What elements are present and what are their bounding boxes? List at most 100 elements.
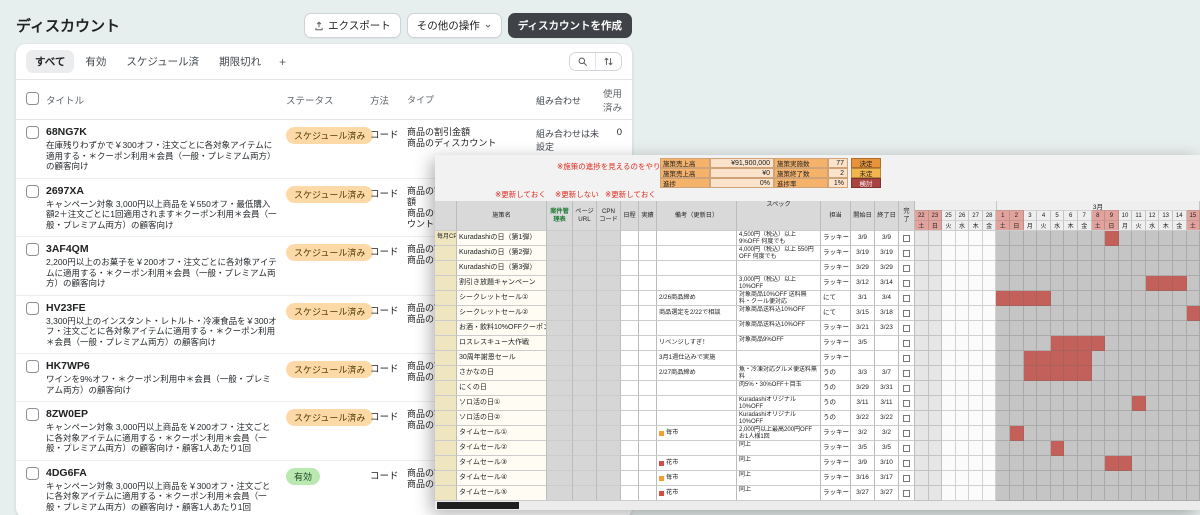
- schedule-cell[interactable]: [621, 471, 639, 486]
- campaign-name-cell[interactable]: シークレットセール②: [457, 306, 547, 321]
- gantt-cell[interactable]: [942, 456, 956, 471]
- gantt-cell[interactable]: [1132, 366, 1146, 381]
- gantt-cell[interactable]: [915, 276, 929, 291]
- gantt-cell[interactable]: [1159, 486, 1173, 501]
- result-cell[interactable]: [639, 261, 657, 276]
- gantt-cell[interactable]: [1187, 231, 1200, 246]
- gantt-cell[interactable]: [996, 411, 1010, 426]
- gantt-cell[interactable]: [915, 396, 929, 411]
- gantt-cell[interactable]: [1078, 456, 1092, 471]
- gantt-cell[interactable]: [1119, 411, 1133, 426]
- gantt-cell[interactable]: [1173, 381, 1187, 396]
- gantt-cell[interactable]: [1024, 486, 1038, 501]
- end-date-cell[interactable]: 3/19: [875, 246, 899, 261]
- gantt-cell[interactable]: [1132, 246, 1146, 261]
- cpn-code-cell[interactable]: [597, 426, 621, 441]
- row-checkbox[interactable]: [26, 243, 39, 256]
- gantt-cell[interactable]: [969, 306, 983, 321]
- gantt-cell[interactable]: [1024, 306, 1038, 321]
- gantt-cell[interactable]: [969, 261, 983, 276]
- gantt-cell[interactable]: [1146, 246, 1160, 261]
- gantt-cell[interactable]: [1187, 486, 1200, 501]
- gantt-cell[interactable]: [983, 396, 997, 411]
- gantt-cell[interactable]: [969, 441, 983, 456]
- gantt-cell[interactable]: [1173, 396, 1187, 411]
- gantt-cell[interactable]: [929, 261, 943, 276]
- gantt-cell[interactable]: [1010, 381, 1024, 396]
- gantt-cell[interactable]: [996, 426, 1010, 441]
- done-cell[interactable]: [899, 351, 915, 366]
- gantt-cell[interactable]: [1132, 381, 1146, 396]
- schedule-cell[interactable]: [621, 441, 639, 456]
- gantt-cell[interactable]: [969, 291, 983, 306]
- gantt-cell[interactable]: [956, 366, 970, 381]
- gantt-bar-cell[interactable]: [1051, 351, 1065, 366]
- campaign-name-cell[interactable]: タイムセール②: [457, 441, 547, 456]
- result-cell[interactable]: [639, 381, 657, 396]
- gantt-bar-cell[interactable]: [1132, 396, 1146, 411]
- result-cell[interactable]: [639, 486, 657, 501]
- gantt-cell[interactable]: [915, 486, 929, 501]
- done-checkbox[interactable]: [903, 400, 910, 407]
- gantt-cell[interactable]: [983, 441, 997, 456]
- gantt-cell[interactable]: [1159, 321, 1173, 336]
- gantt-cell[interactable]: [1024, 321, 1038, 336]
- end-date-cell[interactable]: 3/18: [875, 306, 899, 321]
- gantt-cell[interactable]: [1132, 291, 1146, 306]
- kanri-cell[interactable]: [547, 276, 573, 291]
- gantt-cell[interactable]: [929, 291, 943, 306]
- gantt-cell[interactable]: [1105, 411, 1119, 426]
- gantt-cell[interactable]: [1173, 366, 1187, 381]
- cpn-code-cell[interactable]: [597, 411, 621, 426]
- gantt-bar-cell[interactable]: [1024, 291, 1038, 306]
- gantt-cell[interactable]: [1010, 351, 1024, 366]
- result-cell[interactable]: [639, 276, 657, 291]
- schedule-cell[interactable]: [621, 366, 639, 381]
- spec-cell[interactable]: 対象商品送料込10%OFF: [737, 306, 821, 321]
- result-cell[interactable]: [639, 426, 657, 441]
- gantt-cell[interactable]: [1173, 261, 1187, 276]
- gantt-cell[interactable]: [1064, 426, 1078, 441]
- done-cell[interactable]: [899, 366, 915, 381]
- campaign-name-cell[interactable]: タイムセール③: [457, 456, 547, 471]
- cpn-code-cell[interactable]: [597, 321, 621, 336]
- gantt-cell[interactable]: [996, 456, 1010, 471]
- result-cell[interactable]: [639, 291, 657, 306]
- gantt-cell[interactable]: [1187, 411, 1200, 426]
- more-actions-button[interactable]: その他の操作: [407, 13, 502, 38]
- gantt-cell[interactable]: [996, 351, 1010, 366]
- result-cell[interactable]: [639, 366, 657, 381]
- gantt-cell[interactable]: [983, 276, 997, 291]
- gantt-cell[interactable]: [942, 351, 956, 366]
- gantt-cell[interactable]: [1146, 471, 1160, 486]
- gantt-cell[interactable]: [1064, 306, 1078, 321]
- gantt-cell[interactable]: [1132, 306, 1146, 321]
- done-checkbox[interactable]: [903, 355, 910, 362]
- spec-cell[interactable]: 同上: [737, 486, 821, 501]
- note-cell[interactable]: [657, 441, 737, 456]
- note-cell[interactable]: [657, 381, 737, 396]
- tab-すべて[interactable]: すべて: [26, 50, 74, 73]
- gantt-cell[interactable]: [1092, 381, 1106, 396]
- gantt-cell[interactable]: [969, 336, 983, 351]
- gantt-cell[interactable]: [1092, 366, 1106, 381]
- gantt-cell[interactable]: [915, 426, 929, 441]
- start-date-cell[interactable]: 3/9: [851, 231, 875, 246]
- gantt-cell[interactable]: [1187, 471, 1200, 486]
- gantt-cell[interactable]: [1146, 411, 1160, 426]
- gantt-cell[interactable]: [1173, 246, 1187, 261]
- gantt-cell[interactable]: [1187, 321, 1200, 336]
- end-date-cell[interactable]: 3/10: [875, 456, 899, 471]
- gantt-cell[interactable]: [1010, 321, 1024, 336]
- gantt-cell[interactable]: [983, 336, 997, 351]
- campaign-name-cell[interactable]: シークレットセール①: [457, 291, 547, 306]
- gantt-cell[interactable]: [1037, 246, 1051, 261]
- gantt-bar-cell[interactable]: [996, 291, 1010, 306]
- done-checkbox[interactable]: [903, 310, 910, 317]
- gantt-cell[interactable]: [1159, 471, 1173, 486]
- done-checkbox[interactable]: [903, 325, 910, 332]
- gantt-cell[interactable]: [1092, 231, 1106, 246]
- gantt-cell[interactable]: [1173, 426, 1187, 441]
- gantt-cell[interactable]: [956, 381, 970, 396]
- schedule-cell[interactable]: [621, 261, 639, 276]
